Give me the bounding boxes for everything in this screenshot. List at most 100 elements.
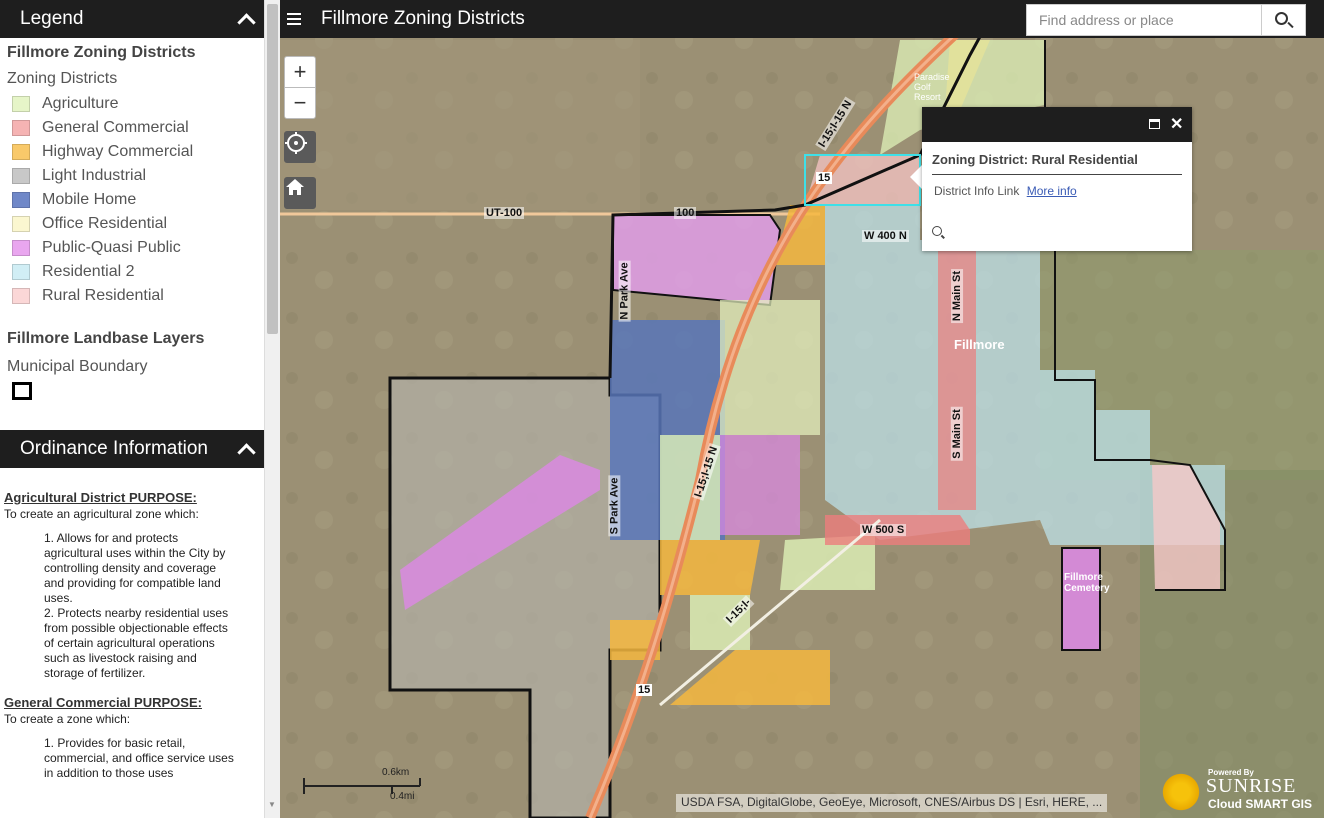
road-label: W 400 N: [862, 230, 909, 242]
maximize-icon[interactable]: [1149, 119, 1160, 129]
zone-agriculture[interactable]: [720, 300, 820, 435]
legend-item-label: Highway Commercial: [42, 143, 194, 160]
brand-subtitle: Cloud SMART GIS: [1208, 797, 1312, 811]
legend-item: Highway Commercial: [7, 140, 264, 164]
ordinance-heading: Agricultural District PURPOSE:: [4, 490, 197, 505]
legend-item: Mobile Home: [7, 188, 264, 212]
ordinance-heading: General Commercial PURPOSE:: [4, 695, 202, 710]
road-label: S Main St: [950, 407, 963, 461]
zoom-in-button[interactable]: +: [284, 56, 316, 88]
legend-header-title: Legend: [20, 8, 84, 29]
popup-pointer: [910, 165, 922, 189]
app-header: Fillmore Zoning Districts: [280, 0, 1324, 38]
ordinance-points: 1. Allows for and protects agricultural …: [4, 531, 234, 681]
boundary-swatch: [12, 382, 32, 400]
ordinance-point: 1. Allows for and protects agricultural …: [44, 531, 226, 605]
hamburger-menu-icon[interactable]: [287, 13, 301, 25]
legend-item: Rural Residential: [7, 284, 264, 308]
interstate-shield-icon: 15: [816, 172, 833, 184]
search-icon: [1275, 12, 1288, 25]
legend-body: Fillmore Zoning Districts Zoning Distric…: [0, 38, 264, 400]
legend-item-label: Rural Residential: [42, 287, 164, 304]
ordinance-header-title: Ordinance Information: [20, 438, 208, 459]
zone-public-quasi[interactable]: [720, 435, 800, 535]
terrain-patch: [280, 40, 640, 210]
collapse-chevron-icon[interactable]: [236, 439, 256, 459]
locate-crosshair-icon: [285, 132, 307, 154]
road-label: W 500 S: [860, 524, 907, 536]
legend-scrollbar[interactable]: ▼: [264, 0, 280, 818]
legend-header[interactable]: Legend: [0, 0, 264, 38]
legend-swatch: [12, 192, 30, 208]
road-label: S Park Ave: [608, 475, 621, 537]
legend-item: Agriculture: [7, 92, 264, 116]
collapse-chevron-icon[interactable]: [236, 9, 256, 29]
ordinance-header[interactable]: Ordinance Information: [0, 430, 264, 468]
ordinance-point: 2. Protects nearby residential uses from…: [44, 606, 229, 680]
legend-swatch: [12, 96, 30, 112]
scale-km-label: 0.6km: [382, 767, 410, 778]
zoom-out-button[interactable]: −: [284, 87, 316, 119]
legend-swatch: [12, 240, 30, 256]
ordinance-points: 1. Provides for basic retail, commercial…: [4, 736, 234, 781]
interstate-shield-icon: 15: [636, 684, 653, 696]
legend-item: Light Industrial: [7, 164, 264, 188]
road-label: N Main St: [951, 268, 964, 324]
legend-swatch: [12, 144, 30, 160]
legend-swatch: [12, 168, 30, 184]
legend-item: Office Residential: [7, 212, 264, 236]
popup-title: Zoning District: Rural Residential: [932, 152, 1182, 175]
legend-swatch: [12, 288, 30, 304]
ordinance-intro: To create a zone which:: [4, 712, 131, 726]
road-label: 100: [674, 207, 697, 219]
search-box: [1026, 4, 1306, 36]
map-attribution: USDA FSA, DigitalGlobe, GeoEye, Microsof…: [676, 794, 1108, 812]
road-label: UT-100: [484, 207, 525, 219]
legend-item-label: Residential 2: [42, 263, 135, 280]
legend-item-label: Public-Quasi Public: [42, 239, 181, 256]
search-input[interactable]: [1027, 5, 1261, 35]
app-title: Fillmore Zoning Districts: [321, 8, 525, 29]
landbase-title: Fillmore Landbase Layers: [7, 330, 205, 347]
scroll-down-arrow-icon[interactable]: ▼: [268, 800, 276, 809]
popup-header: ✕: [922, 107, 1192, 142]
legend-item-label: Light Industrial: [42, 167, 147, 184]
legend-item-label: Office Residential: [42, 215, 168, 232]
map-view[interactable]: UT-100 100 W 400 N W 500 S Fillmore N Ma…: [280, 0, 1324, 818]
locate-button[interactable]: [284, 131, 316, 163]
left-panel: Legend Fillmore Zoning Districts Zoning …: [0, 0, 264, 818]
home-button[interactable]: [284, 177, 316, 209]
legend-layer-title: Fillmore Zoning Districts: [7, 44, 196, 61]
close-icon[interactable]: ✕: [1170, 114, 1183, 134]
zone-public-quasi[interactable]: [1061, 547, 1101, 651]
ordinance-point: 1. Provides for basic retail, commercial…: [44, 736, 234, 780]
legend-item-label: General Commercial: [42, 119, 189, 136]
golf-label: Paradise Golf Resort: [914, 72, 950, 102]
home-icon: [286, 179, 304, 195]
more-info-link[interactable]: More info: [1027, 184, 1077, 198]
legend-subtitle: Zoning Districts: [7, 70, 118, 87]
road-label: N Park Ave: [618, 260, 631, 322]
boundary-label: Municipal Boundary: [7, 358, 148, 375]
legend-list: Agriculture General Commercial Highway C…: [7, 92, 264, 308]
legend-swatch: [12, 216, 30, 232]
popup-field-label: District Info Link: [934, 184, 1020, 198]
legend-item-label: Agriculture: [42, 95, 119, 112]
legend-item: General Commercial: [7, 116, 264, 140]
zoom-to-icon[interactable]: [932, 226, 942, 236]
scale-mi-label: 0.4mi: [390, 791, 415, 802]
sun-icon: [1160, 771, 1202, 813]
scrollbar-thumb[interactable]: [267, 4, 278, 334]
legend-swatch: [12, 264, 30, 280]
sunrise-logo: Powered By SUNRISE Cloud SMART GIS: [1160, 768, 1320, 814]
search-button[interactable]: [1261, 5, 1305, 35]
cemetery-label: Fillmore Cemetery: [1064, 572, 1110, 594]
feature-popup: ✕ Zoning District: Rural Residential Dis…: [922, 107, 1192, 251]
ordinance-intro: To create an agricultural zone which:: [4, 507, 199, 521]
legend-swatch: [12, 120, 30, 136]
ordinance-body: Agricultural District PURPOSE: To create…: [0, 468, 264, 781]
city-label: Fillmore: [954, 337, 1005, 352]
legend-item: Public-Quasi Public: [7, 236, 264, 260]
brand-name: SUNRISE: [1206, 775, 1297, 797]
popup-field-row: District Info Link More info: [934, 184, 1180, 198]
